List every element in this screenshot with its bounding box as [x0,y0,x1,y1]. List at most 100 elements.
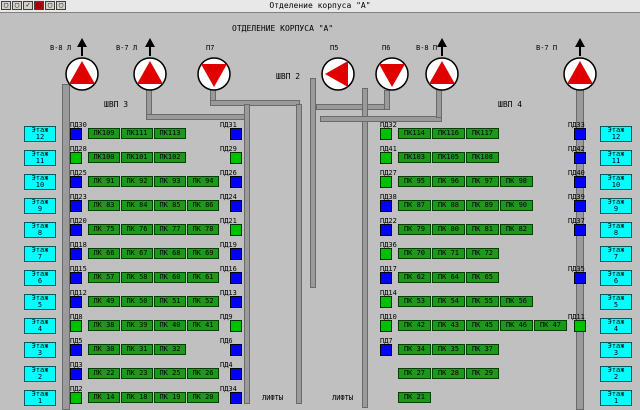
damper-indicator[interactable] [230,392,242,404]
valve-button[interactable]: ПК 88 [432,200,465,211]
valve-button[interactable]: ПК 27 [398,368,431,379]
fan-icon[interactable] [320,56,356,92]
floor-button-left[interactable]: Этаж 2 [24,366,56,382]
damper-indicator[interactable] [574,152,586,164]
valve-button[interactable]: ПК 30 [88,344,120,355]
valve-button[interactable]: ПК 89 [466,200,499,211]
valve-button[interactable]: ПК 42 [398,320,431,331]
valve-button[interactable]: ПК 52 [187,296,219,307]
valve-button[interactable]: ПК 86 [187,200,219,211]
damper-indicator[interactable] [380,200,392,212]
valve-button[interactable]: ПК 91 [88,176,120,187]
damper-indicator[interactable] [380,176,392,188]
damper-indicator[interactable] [70,296,82,308]
valve-button[interactable]: ПК 82 [500,224,533,235]
floor-button-left[interactable]: Этаж 5 [24,294,56,310]
valve-button[interactable]: ПК 79 [398,224,431,235]
valve-button[interactable]: ПК 81 [466,224,499,235]
valve-button[interactable]: ПК 93 [154,176,186,187]
floor-button-right[interactable]: Этаж 3 [600,342,632,358]
valve-button[interactable]: ПК 80 [432,224,465,235]
floor-button-left[interactable]: Этаж 3 [24,342,56,358]
valve-button[interactable]: ПК 57 [88,272,120,283]
damper-indicator[interactable] [380,272,392,284]
valve-button[interactable]: ПК 37 [466,344,499,355]
floor-button-left[interactable]: Этаж 4 [24,318,56,334]
valve-button[interactable]: ПК 22 [88,368,120,379]
damper-indicator[interactable] [70,248,82,260]
valve-button[interactable]: ПК 41 [187,320,219,331]
valve-button[interactable]: ПК 64 [432,272,465,283]
valve-button[interactable]: ПК 67 [121,248,153,259]
valve-button[interactable]: ПК 90 [500,200,533,211]
valve-button[interactable]: ПК 98 [500,176,533,187]
damper-indicator[interactable] [70,200,82,212]
damper-indicator[interactable] [574,128,586,140]
floor-button-right[interactable]: Этаж 4 [600,318,632,334]
fan-icon[interactable] [424,56,460,92]
valve-button[interactable]: ПК 39 [121,320,153,331]
fan-icon[interactable] [562,56,598,92]
valve-button[interactable]: ПК 72 [466,248,499,259]
valve-button[interactable]: ПК111 [121,128,153,139]
valve-button[interactable]: ПК 76 [121,224,153,235]
floor-button-right[interactable]: Этаж 10 [600,174,632,190]
floor-button-left[interactable]: Этаж 1 [24,390,56,406]
valve-button[interactable]: ПК114 [398,128,431,139]
damper-indicator[interactable] [70,320,82,332]
valve-button[interactable]: ПК 97 [466,176,499,187]
damper-indicator[interactable] [574,176,586,188]
valve-button[interactable]: ПК 45 [466,320,499,331]
damper-indicator[interactable] [70,368,82,380]
floor-button-right[interactable]: Этаж 5 [600,294,632,310]
floor-button-left[interactable]: Этаж 11 [24,150,56,166]
valve-button[interactable]: ПК 70 [398,248,431,259]
fan-icon[interactable] [374,56,410,92]
valve-button[interactable]: ПК100 [88,152,120,163]
valve-button[interactable]: ПК 60 [154,272,186,283]
damper-indicator[interactable] [574,320,586,332]
damper-indicator[interactable] [70,152,82,164]
damper-indicator[interactable] [574,224,586,236]
floor-button-right[interactable]: Этаж 8 [600,222,632,238]
valve-button[interactable]: ПК 84 [121,200,153,211]
valve-button[interactable]: ПК 35 [432,344,465,355]
valve-button[interactable]: ПК 56 [500,296,533,307]
valve-button[interactable]: ПК 92 [121,176,153,187]
floor-button-right[interactable]: Этаж 12 [600,126,632,142]
damper-indicator[interactable] [380,128,392,140]
valve-button[interactable]: ПК101 [121,152,153,163]
valve-button[interactable]: ПК 69 [187,248,219,259]
valve-button[interactable]: ПК 21 [398,392,431,403]
valve-button[interactable]: ПК 49 [88,296,120,307]
valve-button[interactable]: ПК 68 [154,248,186,259]
damper-indicator[interactable] [230,176,242,188]
damper-indicator[interactable] [70,128,82,140]
damper-indicator[interactable] [380,296,392,308]
floor-button-right[interactable]: Этаж 6 [600,270,632,286]
floor-button-left[interactable]: Этаж 10 [24,174,56,190]
damper-indicator[interactable] [230,224,242,236]
valve-button[interactable]: ПК 19 [154,392,186,403]
floor-button-left[interactable]: Этаж 6 [24,270,56,286]
damper-indicator[interactable] [380,152,392,164]
valve-button[interactable]: ПК 95 [398,176,431,187]
valve-button[interactable]: ПК 87 [398,200,431,211]
valve-button[interactable]: ПК 25 [154,368,186,379]
valve-button[interactable]: ПК 51 [154,296,186,307]
damper-indicator[interactable] [230,128,242,140]
floor-button-right[interactable]: Этаж 9 [600,198,632,214]
damper-indicator[interactable] [70,176,82,188]
floor-button-left[interactable]: Этаж 8 [24,222,56,238]
fan-icon[interactable] [64,56,100,92]
valve-button[interactable]: ПК 61 [187,272,219,283]
damper-indicator[interactable] [380,320,392,332]
damper-indicator[interactable] [230,320,242,332]
damper-indicator[interactable] [230,272,242,284]
valve-button[interactable]: ПК 32 [154,344,186,355]
damper-indicator[interactable] [574,200,586,212]
damper-indicator[interactable] [380,248,392,260]
valve-button[interactable]: ПК 75 [88,224,120,235]
valve-button[interactable]: ПК 58 [121,272,153,283]
floor-button-left[interactable]: Этаж 12 [24,126,56,142]
